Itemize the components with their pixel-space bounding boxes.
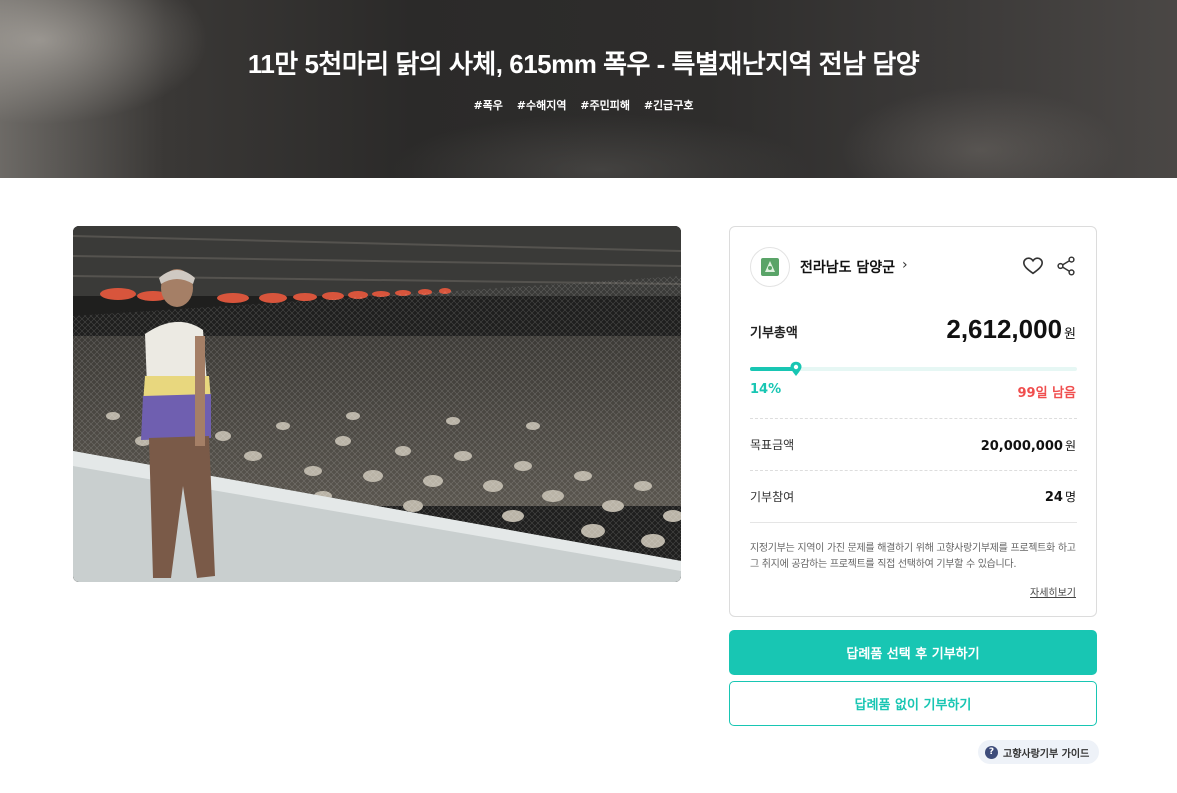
goal-amount-unit: 원 <box>1064 439 1076 453</box>
donation-info-card: 전라남도 담양군 › 기부총액 2,612,000 원 14% 99일 남음 목표… <box>729 226 1097 617</box>
divider <box>750 470 1077 471</box>
hashtag[interactable]: #수해지역 <box>517 99 567 112</box>
donate-with-gift-button[interactable]: 답례품 선택 후 기부하기 <box>729 630 1097 675</box>
designated-donation-notice: 지정기부는 지역이 가진 문제를 해결하기 위해 고향사랑기부제를 프로젝트화 … <box>750 543 1076 570</box>
total-donation-amount: 2,612,000 원 <box>946 314 1076 345</box>
total-amount-unit: 원 <box>1064 326 1076 341</box>
hashtag[interactable]: #긴급구호 <box>644 99 694 112</box>
participants-count: 24 명 <box>1045 488 1076 505</box>
donation-progress-bar <box>750 361 1077 376</box>
donate-without-gift-button[interactable]: 답례품 없이 기부하기 <box>729 681 1097 726</box>
progress-marker-icon <box>790 361 802 376</box>
chevron-right-icon[interactable]: › <box>902 257 908 273</box>
divider <box>750 522 1077 523</box>
project-photo <box>73 226 681 582</box>
like-button[interactable] <box>1022 255 1044 277</box>
divider <box>750 418 1077 419</box>
donation-guide-label: 고향사랑기부 가이드 <box>1003 748 1090 760</box>
total-donation-label: 기부총액 <box>750 326 798 341</box>
heart-outline-icon <box>1023 257 1043 275</box>
share-icon <box>1057 256 1075 276</box>
hashtag[interactable]: #주민피해 <box>580 99 630 112</box>
progress-percent: 14% <box>750 382 782 397</box>
learn-more-link[interactable]: 자세히보기 <box>1030 584 1076 599</box>
org-name-link[interactable]: 전라남도 담양군 <box>800 257 895 277</box>
share-button[interactable] <box>1055 255 1077 277</box>
participants-label: 기부참여 <box>750 490 795 504</box>
days-remaining: 99일 남음 <box>1017 386 1077 401</box>
hashtag-list: #폭우 #수해지역 #주민피해 #긴급구호 <box>0 97 1177 113</box>
question-icon: ? <box>985 745 998 759</box>
goal-amount: 20,000,000 원 <box>981 437 1076 454</box>
org-logo[interactable] <box>750 247 790 287</box>
damyang-county-seal-icon <box>761 258 779 276</box>
participants-value: 24 <box>1044 490 1063 505</box>
goal-amount-label: 목표금액 <box>750 438 795 452</box>
hashtag[interactable]: #폭우 <box>473 99 502 112</box>
total-amount-value: 2,612,000 <box>946 314 1063 344</box>
donation-guide-button[interactable]: ? 고향사랑기부 가이드 <box>978 740 1100 764</box>
goal-amount-value: 20,000,000 <box>980 439 1063 454</box>
page-title: 11만 5천마리 닭의 사체, 615mm 폭우 - 특별재난지역 전남 담양 <box>247 49 920 79</box>
participants-unit: 명 <box>1064 490 1076 504</box>
hero-banner: 11만 5천마리 닭의 사체, 615mm 폭우 - 특별재난지역 전남 담양 … <box>0 0 1177 178</box>
